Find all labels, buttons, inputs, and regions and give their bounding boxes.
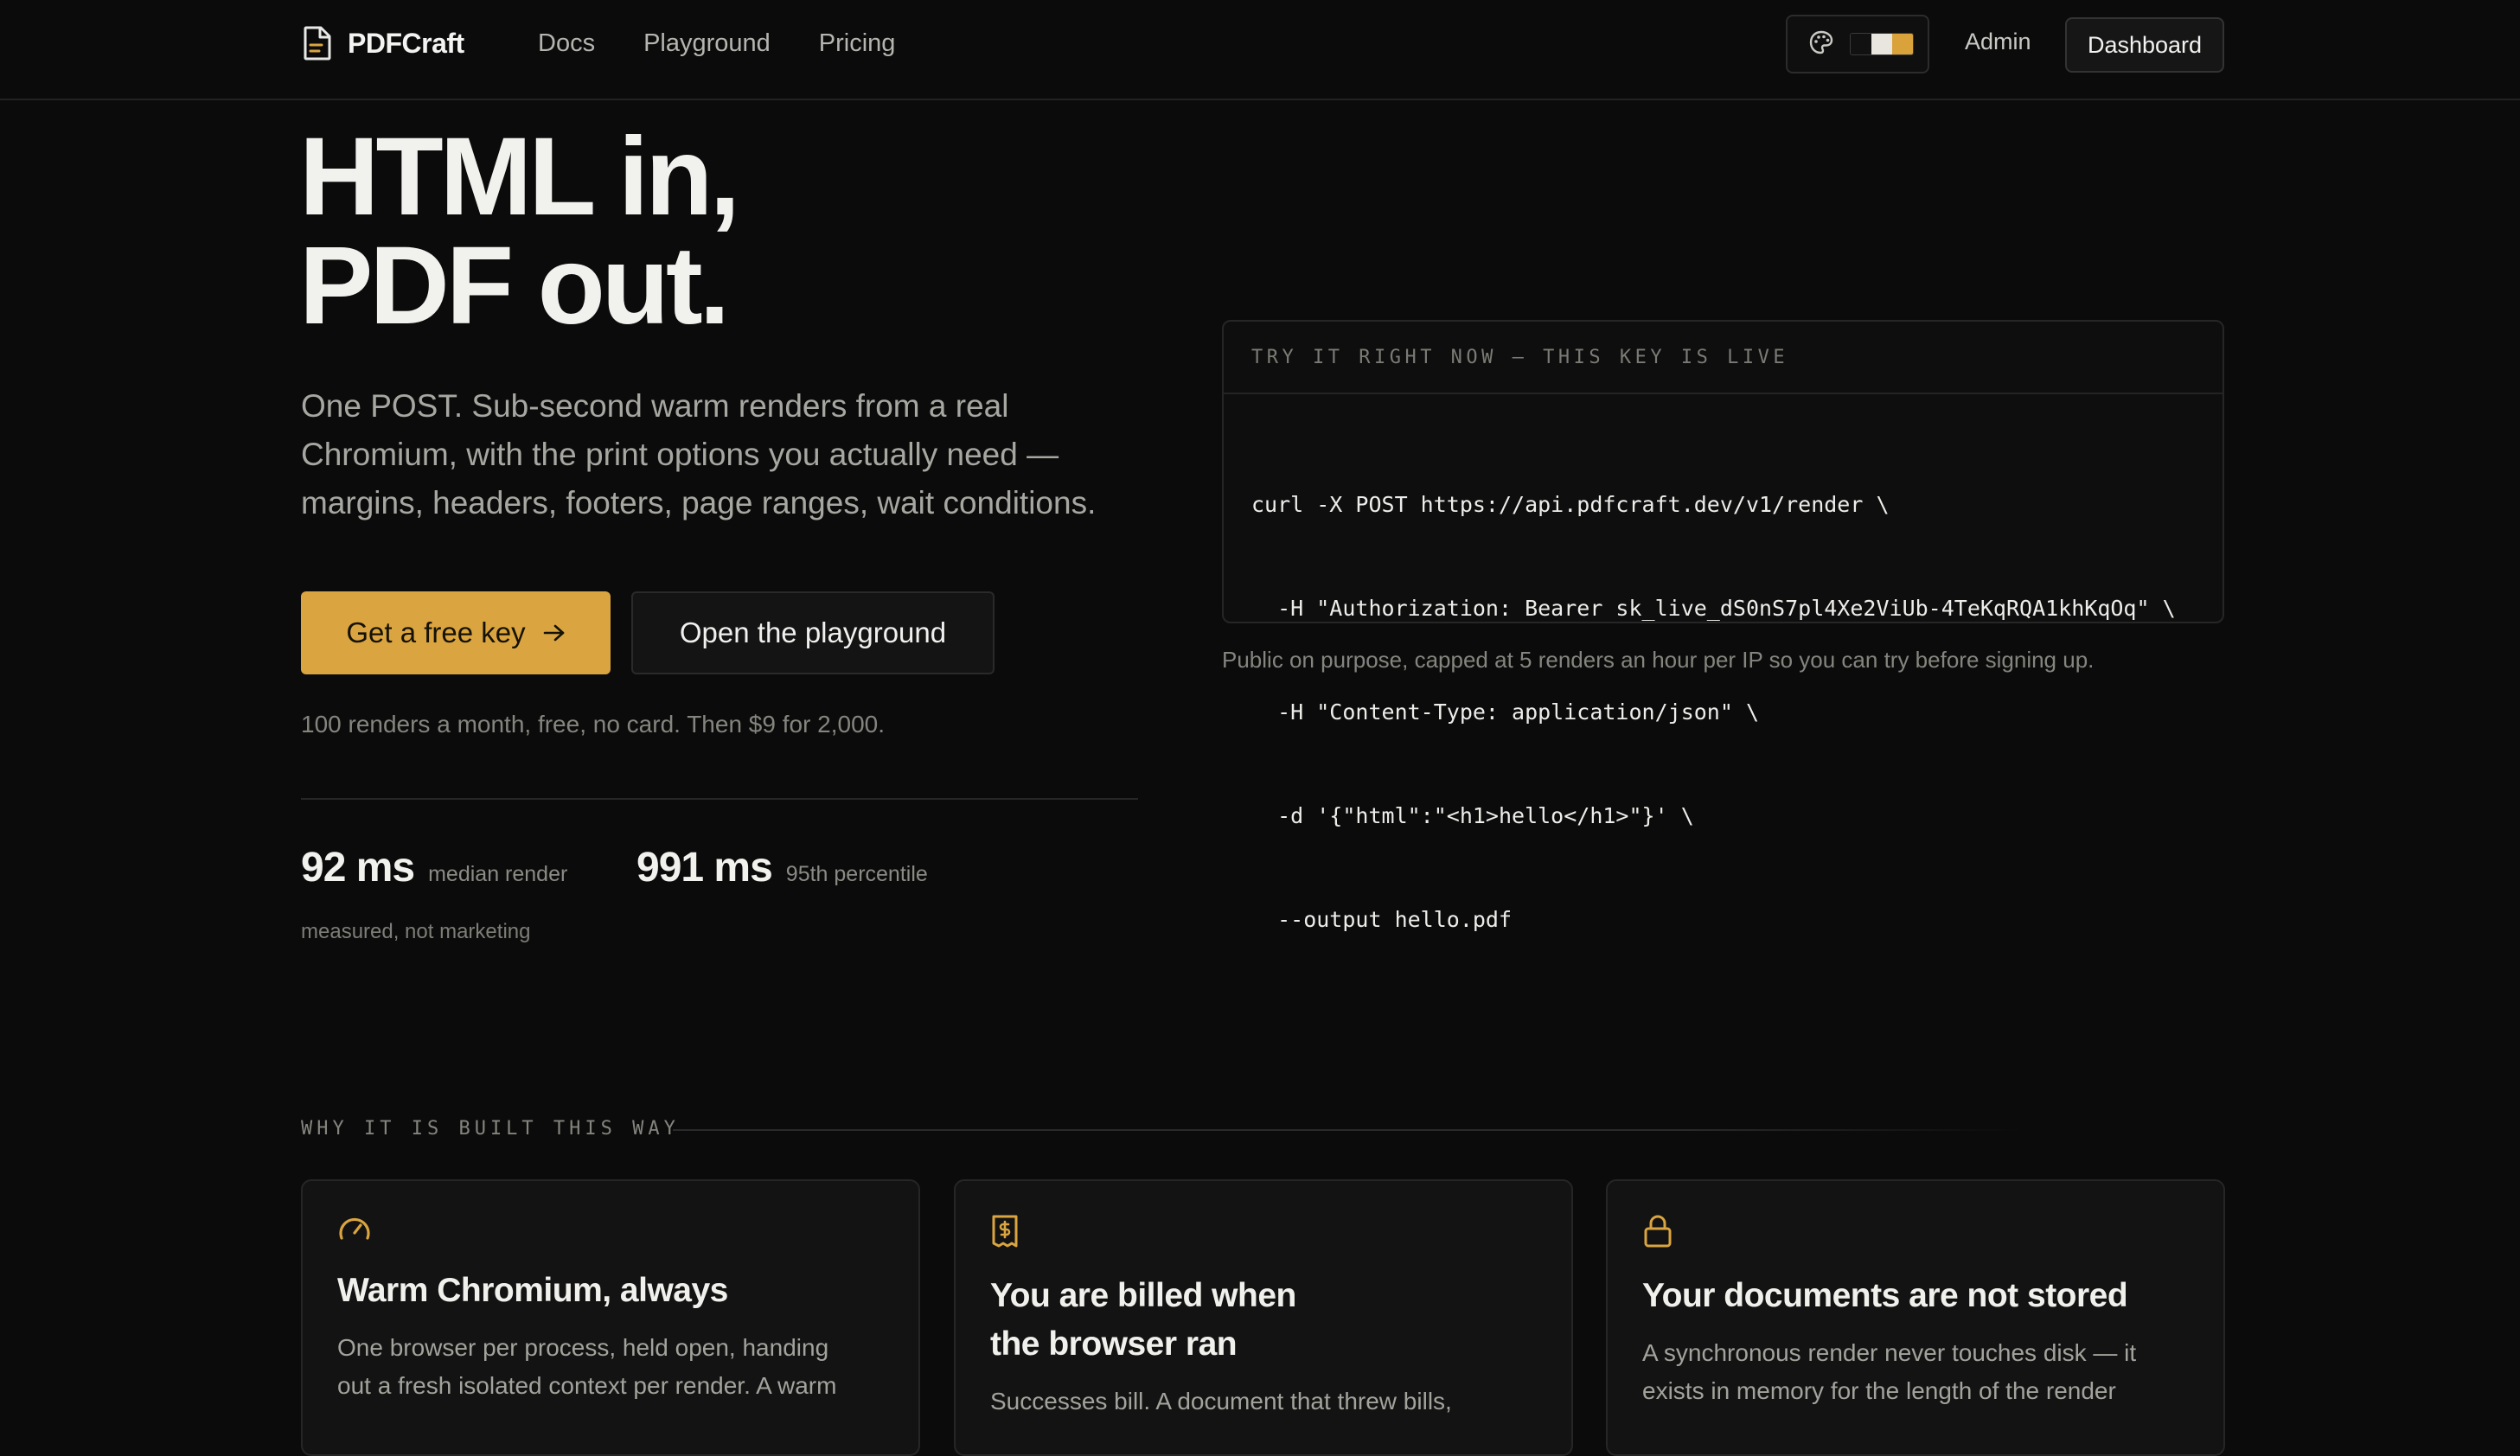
feature-title: You are billed when the browser ran xyxy=(990,1272,1571,1369)
brand-name: PDFCraft xyxy=(348,27,464,59)
hero-title-line: HTML in, xyxy=(299,115,740,239)
code-sample-block[interactable]: curl -X POST https://api.pdfcraft.dev/v1… xyxy=(1224,394,2223,1006)
feature-body: One browser per process, held open, hand… xyxy=(337,1329,918,1405)
section-divider xyxy=(673,1129,2022,1131)
top-nav: PDFCraft Docs Playground Pricing Admin D… xyxy=(0,0,2520,100)
feature-title-line: Warm Chromium, always xyxy=(337,1272,728,1309)
feature-title-line: You are billed when xyxy=(990,1277,1296,1314)
code-line: -H "Authorization: Bearer sk_live_dS0nS7… xyxy=(1251,596,2176,621)
feature-body-line: Successes bill. A document that threw bi… xyxy=(990,1388,1452,1414)
lock-icon xyxy=(1642,1214,2223,1253)
stat-value: 991 ms xyxy=(636,845,773,891)
nav-link-playground[interactable]: Playground xyxy=(643,29,771,58)
stat-label: 95th percentile xyxy=(785,862,928,886)
brand-logo-link[interactable]: PDFCraft xyxy=(303,26,464,61)
hero-subtitle-line: Chromium, with the print options you act… xyxy=(301,437,1059,472)
open-playground-button[interactable]: Open the playground xyxy=(631,591,995,674)
dashboard-button[interactable]: Dashboard xyxy=(2065,17,2224,73)
feature-body: Successes bill. A document that threw bi… xyxy=(990,1383,1571,1421)
get-free-key-button[interactable]: Get a free key xyxy=(301,591,611,674)
gauge-icon xyxy=(337,1214,918,1248)
code-sample-note: Public on purpose, capped at 5 renders a… xyxy=(1222,647,2095,673)
hero-subtitle: One POST. Sub-second warm renders from a… xyxy=(301,382,1131,527)
theme-switcher[interactable] xyxy=(1786,15,1929,73)
feature-card-not-stored: Your documents are not stored A synchron… xyxy=(1606,1179,2225,1456)
get-free-key-label: Get a free key xyxy=(346,616,526,648)
feature-body: A synchronous render never touches disk … xyxy=(1642,1334,2223,1410)
feature-body-line: A synchronous render never touches disk … xyxy=(1642,1339,2137,1366)
theme-swatch xyxy=(1850,33,1914,55)
feature-card-billing: You are billed when the browser ran Succ… xyxy=(954,1179,1573,1456)
admin-link[interactable]: Admin xyxy=(1965,29,2031,55)
nav-links: Docs Playground Pricing xyxy=(538,29,895,58)
arrow-right-icon xyxy=(543,616,566,649)
code-sample-header: TRY IT RIGHT NOW — THIS KEY IS LIVE xyxy=(1224,322,2223,394)
palette-icon xyxy=(1808,29,1834,60)
feature-body-line: exists in memory for the length of the r… xyxy=(1642,1377,2116,1404)
stat-label: median render xyxy=(428,862,568,886)
feature-card-warm-chromium: Warm Chromium, always One browser per pr… xyxy=(301,1179,920,1456)
hero-title: HTML in, PDF out. xyxy=(299,115,740,348)
feature-body-line: out a fresh isolated context per render.… xyxy=(337,1372,837,1399)
nav-link-docs[interactable]: Docs xyxy=(538,29,595,58)
stats-note: measured, not marketing xyxy=(301,920,531,943)
feature-title: Your documents are not stored xyxy=(1642,1272,2223,1320)
feature-body-line: One browser per process, held open, hand… xyxy=(337,1334,829,1361)
feature-title-line: Your documents are not stored xyxy=(1642,1277,2128,1314)
receipt-icon xyxy=(990,1214,1571,1253)
stat-p95: 991 ms 95th percentile xyxy=(636,844,928,891)
code-line: -d '{"html":"<h1>hello</h1>"}' \ xyxy=(1251,803,1694,828)
code-line: curl -X POST https://api.pdfcraft.dev/v1… xyxy=(1251,492,1890,517)
stat-value: 92 ms xyxy=(301,845,415,891)
hero-subtitle-line: One POST. Sub-second warm renders from a… xyxy=(301,388,1009,424)
section-label: WHY IT IS BUILT THIS WAY xyxy=(301,1118,680,1140)
hero-subtitle-line: margins, headers, footers, page ranges, … xyxy=(301,485,1097,520)
code-line: -H "Content-Type: application/json" \ xyxy=(1251,699,1759,725)
code-sample-card: TRY IT RIGHT NOW — THIS KEY IS LIVE curl… xyxy=(1222,320,2224,932)
pricing-note: 100 renders a month, free, no card. Then… xyxy=(301,711,886,738)
feature-title-line: the browser ran xyxy=(990,1325,1238,1363)
nav-link-pricing[interactable]: Pricing xyxy=(819,29,896,58)
divider xyxy=(301,798,1138,800)
stat-median: 92 ms median render xyxy=(301,844,567,891)
document-icon xyxy=(303,26,332,61)
code-line: --output hello.pdf xyxy=(1251,907,1513,932)
hero-title-line: PDF out. xyxy=(299,224,730,348)
feature-title: Warm Chromium, always xyxy=(337,1267,918,1315)
